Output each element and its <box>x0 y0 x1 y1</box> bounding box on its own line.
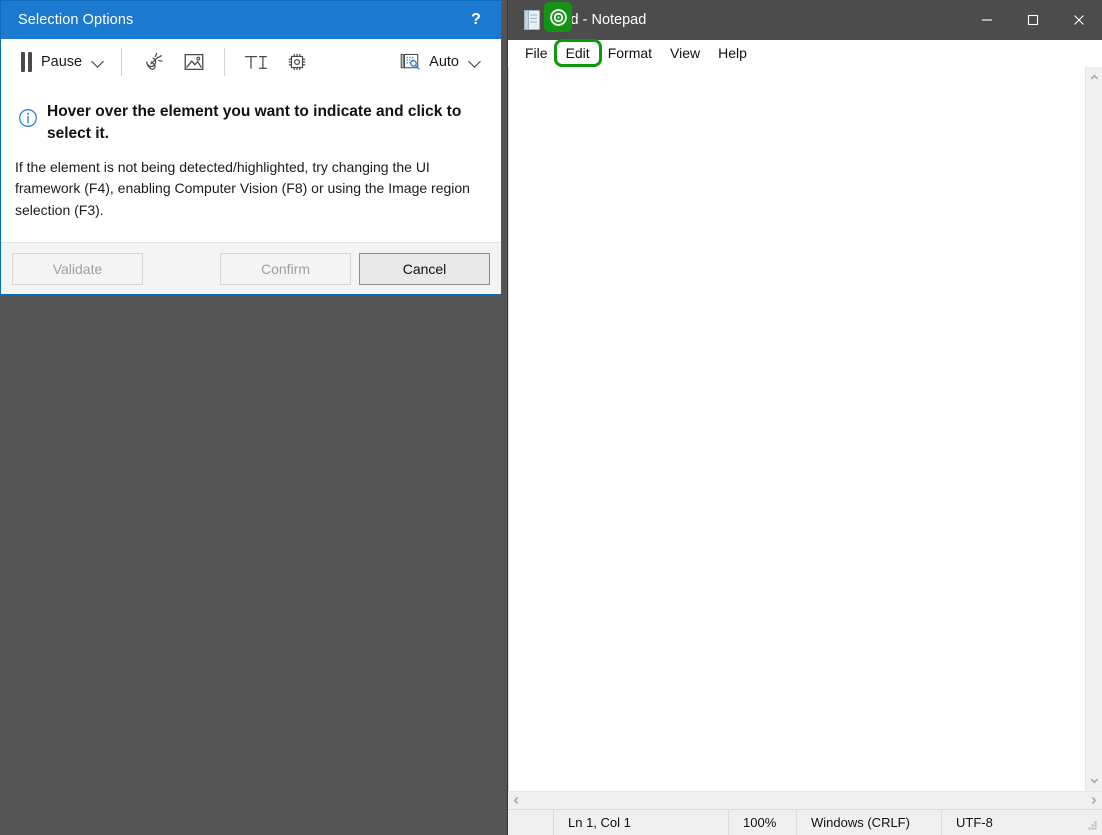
menu-help[interactable]: Help <box>709 42 756 64</box>
notepad-text-area[interactable] <box>508 67 1085 791</box>
notepad-titlebar[interactable]: itled - Notepad <box>508 0 1102 40</box>
toolbar-separator-2 <box>224 48 226 76</box>
pause-label: Pause <box>41 54 83 70</box>
horizontal-scrollbar[interactable] <box>508 791 1102 809</box>
notepad-edit-region <box>508 66 1102 791</box>
auto-mode-button[interactable]: Auto <box>393 44 489 80</box>
status-zoom-level[interactable]: 100% <box>729 810 797 835</box>
scroll-down-button[interactable] <box>1086 772 1102 789</box>
menu-file[interactable]: File <box>516 42 557 64</box>
menu-view[interactable]: View <box>661 42 709 64</box>
close-icon <box>1074 15 1084 25</box>
chevron-right-icon <box>1091 796 1097 805</box>
pause-icon <box>21 52 32 72</box>
pause-button[interactable]: Pause <box>15 44 112 80</box>
resize-grip-icon[interactable] <box>1086 819 1100 833</box>
image-region-button[interactable] <box>173 44 215 80</box>
screen-root: itled - Notepad File Edit Format View He… <box>0 0 1102 835</box>
chevron-left-icon <box>513 796 519 805</box>
status-cursor-position: Ln 1, Col 1 <box>554 810 729 835</box>
statusbar-spacer <box>508 810 554 835</box>
image-icon <box>184 53 204 71</box>
instruction-details: If the element is not being detected/hig… <box>15 159 470 218</box>
toolbar-separator-1 <box>121 48 123 76</box>
chevron-down-icon[interactable] <box>469 55 483 69</box>
cpu-chip-icon <box>289 53 306 71</box>
menu-edit[interactable]: Edit <box>553 39 602 67</box>
selection-options-title: Selection Options <box>18 12 134 28</box>
status-line-ending[interactable]: Windows (CRLF) <box>797 810 942 835</box>
selection-options-body: Hover over the element you want to indic… <box>1 86 501 242</box>
selection-options-titlebar[interactable]: Selection Options ? <box>1 1 501 39</box>
vertical-scrollbar[interactable] <box>1085 67 1102 791</box>
status-encoding[interactable]: UTF-8 <box>942 810 1086 835</box>
maximize-button[interactable] <box>1010 0 1056 40</box>
chevron-up-icon <box>1090 74 1098 80</box>
menu-format[interactable]: Format <box>599 42 661 64</box>
selection-options-toolbar: Pause Auto <box>1 39 501 86</box>
minimize-button[interactable] <box>964 0 1010 40</box>
notepad-icon <box>522 9 542 31</box>
indicate-element-button[interactable] <box>131 44 173 80</box>
auto-label: Auto <box>429 54 459 70</box>
notepad-title: itled - Notepad <box>552 12 647 28</box>
validate-button[interactable]: Validate <box>12 252 143 285</box>
scroll-right-button[interactable] <box>1085 792 1102 809</box>
window-controls <box>964 0 1102 40</box>
notepad-statusbar: Ln 1, Col 1 100% Windows (CRLF) UTF-8 <box>508 809 1102 835</box>
selection-options-dialog: Selection Options ? Pause Auto Hover ove… <box>0 0 502 295</box>
record-target-badge <box>544 2 572 32</box>
instruction-row: Hover over the element you want to indic… <box>15 100 481 145</box>
notepad-window: itled - Notepad File Edit Format View He… <box>508 0 1102 835</box>
confirm-button[interactable]: Confirm <box>220 252 351 285</box>
record-target-icon <box>549 8 567 26</box>
chevron-down-icon <box>1090 778 1098 784</box>
notepad-menubar: File Edit Format View Help <box>508 39 1102 67</box>
help-button[interactable]: ? <box>463 7 489 33</box>
selection-options-footer: Validate Confirm Cancel <box>1 242 501 294</box>
close-button[interactable] <box>1056 0 1102 40</box>
instruction-headline: Hover over the element you want to indic… <box>47 103 462 142</box>
text-target-button[interactable] <box>234 44 276 80</box>
scroll-left-button[interactable] <box>508 792 525 809</box>
scroll-up-button[interactable] <box>1086 69 1102 86</box>
minimize-icon <box>982 19 992 21</box>
info-circle-icon <box>17 107 39 129</box>
cancel-button[interactable]: Cancel <box>359 252 490 285</box>
chevron-down-icon[interactable] <box>92 55 106 69</box>
text-target-icon <box>244 55 267 69</box>
native-target-button[interactable] <box>276 44 318 80</box>
maximize-icon <box>1027 14 1039 26</box>
cursor-click-icon <box>145 52 163 70</box>
auto-detect-icon <box>400 53 420 70</box>
